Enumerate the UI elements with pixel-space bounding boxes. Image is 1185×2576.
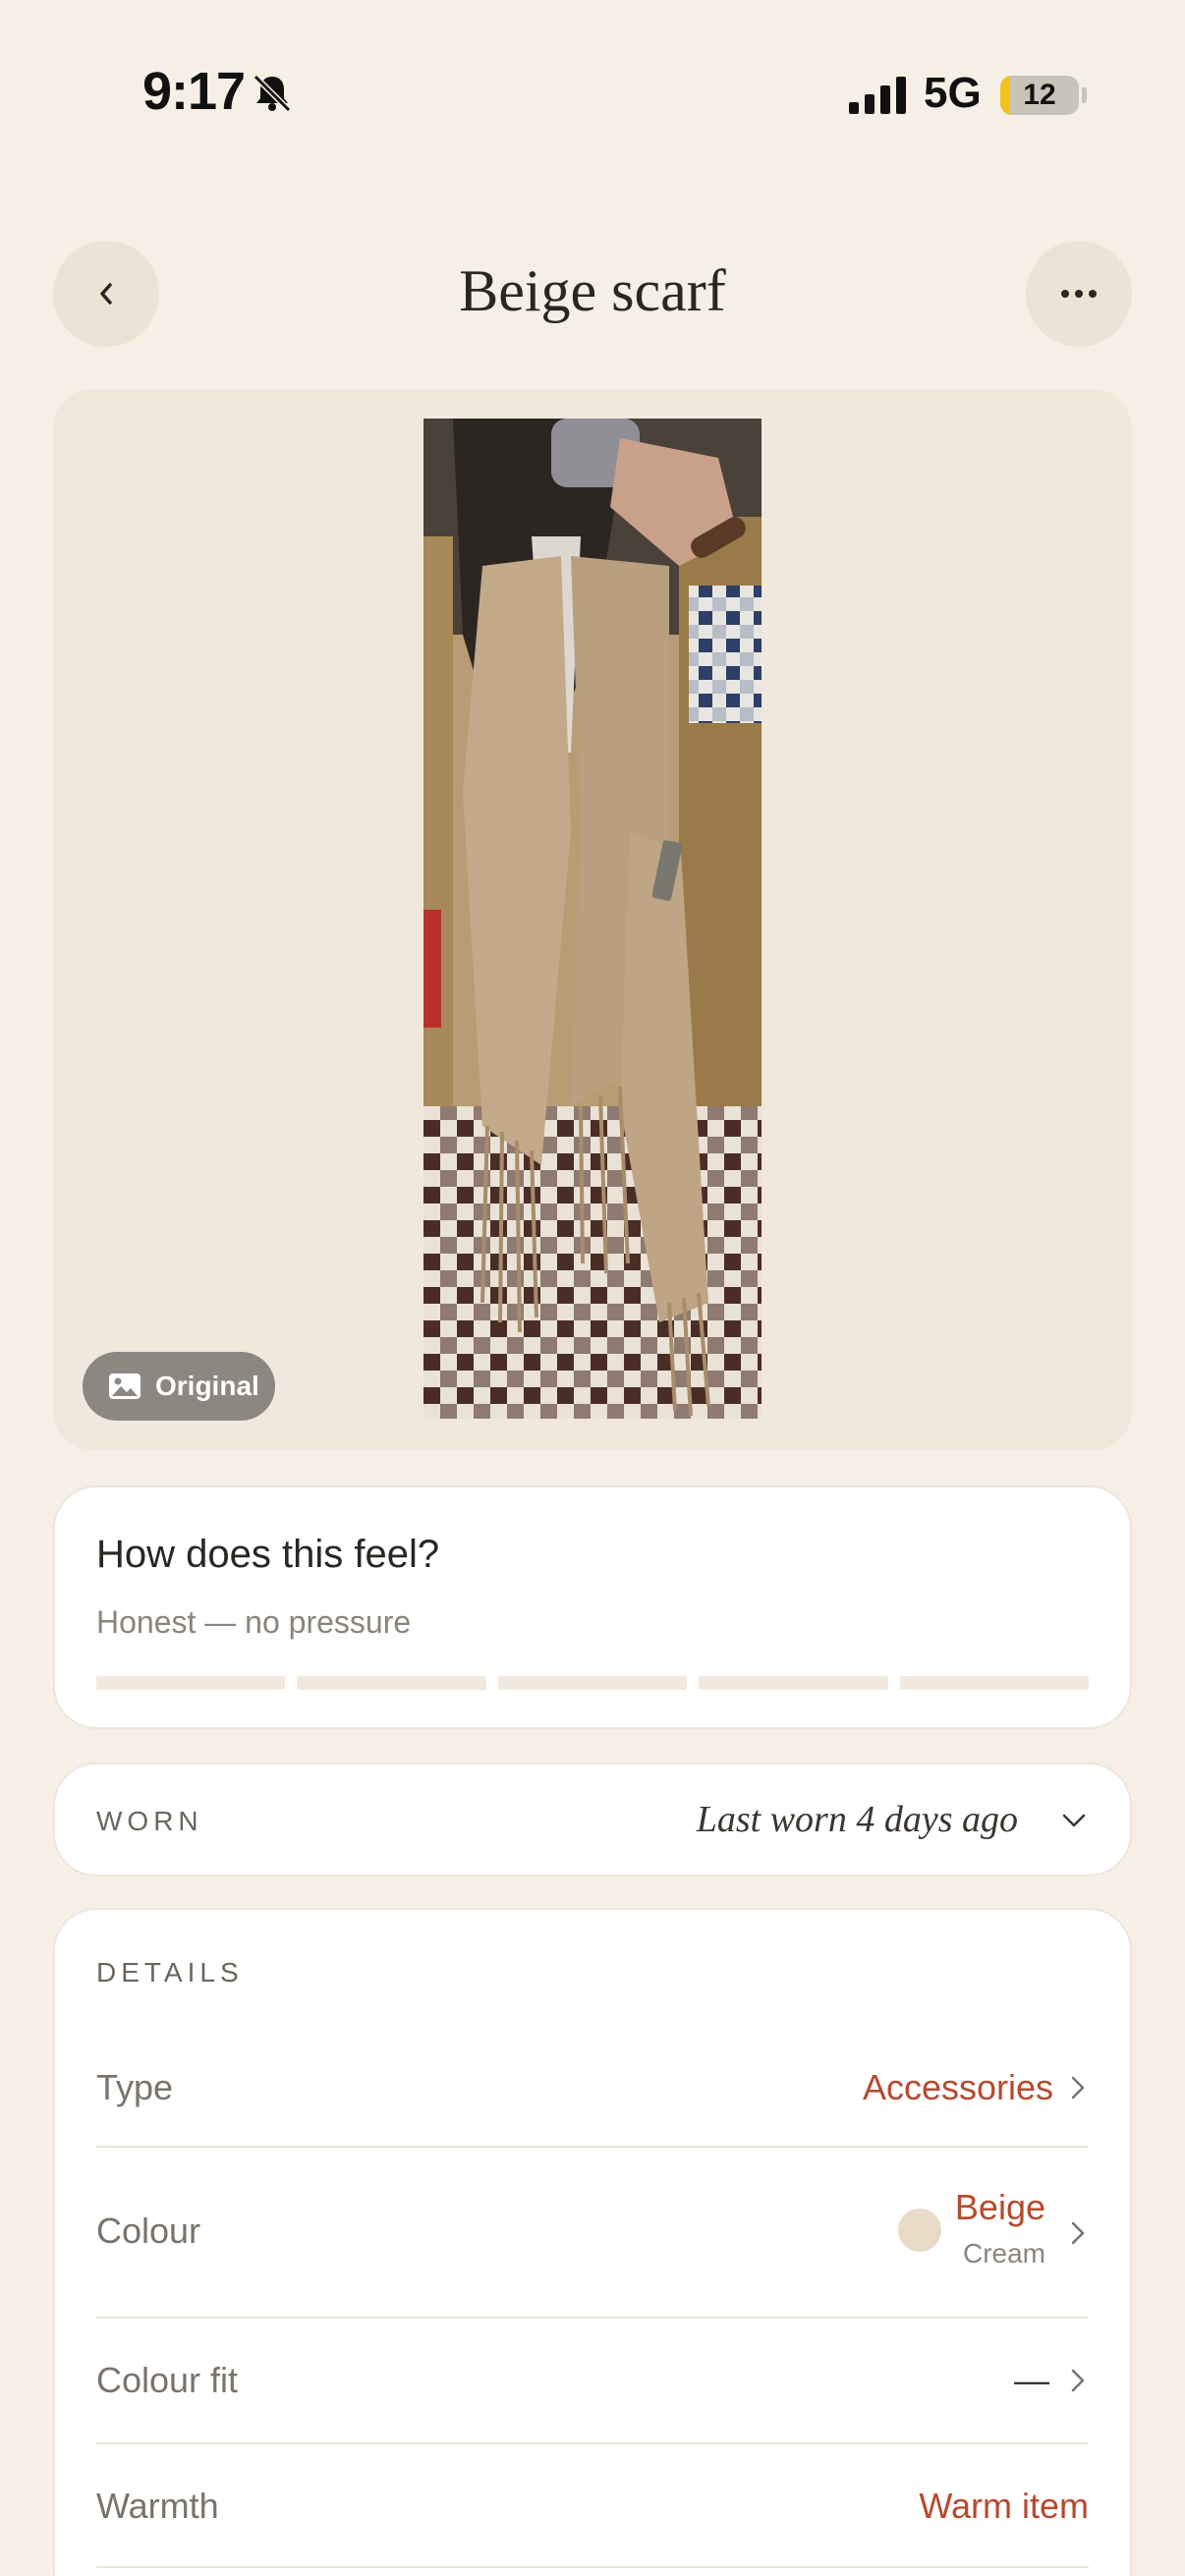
details-label: DETAILS bbox=[96, 1957, 244, 1988]
more-options-button[interactable] bbox=[1026, 241, 1132, 347]
detail-value-type: Accessories bbox=[862, 2067, 1053, 2107]
feel-rating-segment-3[interactable] bbox=[497, 1676, 688, 1690]
original-label: Original bbox=[155, 1371, 259, 1401]
detail-key-colour: Colour bbox=[96, 2211, 201, 2251]
original-photo-button[interactable]: Original bbox=[83, 1352, 275, 1421]
detail-key-warmth: Warmth bbox=[96, 2486, 219, 2526]
detail-row-type[interactable]: Type Accessories bbox=[96, 2028, 1089, 2148]
page-title: Beige scarf bbox=[459, 258, 726, 323]
battery-level: 12 bbox=[1023, 79, 1056, 111]
feel-rating-segment-5[interactable] bbox=[899, 1676, 1090, 1690]
detail-value-colour-fit: — bbox=[1014, 2360, 1049, 2400]
details-card: DETAILS Type Accessories Colour Beige Cr… bbox=[53, 1908, 1132, 2576]
feel-rating-card: How does this feel? Honest — no pressure bbox=[53, 1485, 1132, 1729]
colour-swatch bbox=[898, 2209, 941, 2252]
status-time: 9:17 bbox=[142, 62, 246, 121]
feel-rating-segment-1[interactable] bbox=[96, 1676, 286, 1690]
chevron-right-icon bbox=[1071, 2076, 1085, 2100]
battery-tip bbox=[1082, 87, 1087, 103]
feel-rating-scale bbox=[96, 1676, 1090, 1690]
feel-rating-segment-4[interactable] bbox=[699, 1676, 888, 1690]
last-worn-value: Last worn 4 days ago bbox=[696, 1799, 1018, 1840]
detail-row-colour-fit[interactable]: Colour fit — bbox=[96, 2319, 1089, 2444]
cellular-signal-icon bbox=[849, 77, 906, 114]
network-type: 5G bbox=[924, 69, 982, 117]
chevron-down-icon bbox=[1062, 1814, 1086, 1827]
scarf-photo-illustration bbox=[423, 419, 762, 1419]
image-icon bbox=[109, 1373, 141, 1399]
chevron-right-icon bbox=[1071, 2221, 1085, 2245]
item-photo-card: Original bbox=[53, 389, 1132, 1450]
detail-row-warmth[interactable]: Warmth Warm item bbox=[96, 2444, 1089, 2568]
feel-subtitle: Honest — no pressure bbox=[96, 1604, 412, 1640]
item-photo[interactable] bbox=[423, 419, 762, 1419]
detail-value-colour: Beige bbox=[954, 2187, 1045, 2227]
ellipsis-icon bbox=[1061, 290, 1097, 298]
detail-key-type: Type bbox=[96, 2067, 174, 2107]
detail-value-warmth: Warm item bbox=[919, 2486, 1089, 2526]
detail-key-colour-fit: Colour fit bbox=[96, 2360, 239, 2400]
worn-label: WORN bbox=[96, 1806, 203, 1836]
status-bar: 9:17 5G 12 bbox=[0, 0, 1185, 196]
bell-slash-icon bbox=[253, 74, 292, 113]
back-button[interactable] bbox=[53, 241, 159, 347]
battery-icon: 12 bbox=[1000, 76, 1079, 115]
worn-dropdown[interactable]: WORN Last worn 4 days ago bbox=[53, 1763, 1132, 1876]
chevron-right-icon bbox=[1071, 2369, 1085, 2392]
feel-rating-segment-2[interactable] bbox=[297, 1676, 486, 1690]
detail-subvalue-colour: Cream bbox=[962, 2238, 1045, 2268]
chevron-left-icon bbox=[100, 283, 112, 305]
feel-title: How does this feel? bbox=[96, 1533, 440, 1576]
detail-row-colour[interactable]: Colour Beige Cream bbox=[96, 2148, 1089, 2319]
